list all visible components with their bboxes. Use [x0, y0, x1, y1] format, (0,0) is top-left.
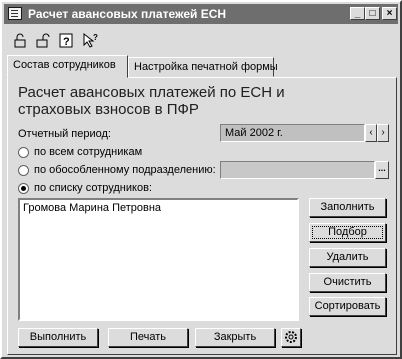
clear-button[interactable]: Очистить [309, 273, 386, 292]
settings-button[interactable] [281, 328, 301, 347]
dialog-window: Расчет авансовых платежей ЕСН _ □ × ? ? … [0, 0, 402, 359]
svg-text:?: ? [93, 33, 98, 42]
employee-list[interactable]: Громова Марина Петровна [18, 198, 299, 321]
select-button[interactable]: Подбор [309, 223, 386, 242]
period-prev-button[interactable]: ‹ [365, 124, 377, 142]
period-field[interactable]: Май 2002 г. [220, 124, 365, 142]
radio-staff-list[interactable] [18, 183, 29, 194]
form-icon [8, 7, 22, 20]
run-button[interactable]: Выполнить [18, 328, 98, 347]
radio-all-staff-label: по всем сотрудникам [34, 146, 143, 158]
radio-all-staff[interactable] [18, 147, 29, 158]
gear-icon [285, 331, 297, 343]
tab-staff[interactable]: Состав сотрудников [7, 55, 128, 78]
page-title: Расчет авансовых платежей по ЕСН и страх… [18, 84, 285, 118]
maximize-button[interactable]: □ [365, 7, 380, 20]
fill-button[interactable]: Заполнить [309, 198, 386, 217]
sort-button[interactable]: Сортировать [309, 297, 386, 316]
context-help-icon[interactable]: ? [82, 32, 100, 49]
list-item[interactable]: Громова Марина Петровна [23, 202, 294, 214]
print-button[interactable]: Печать [108, 328, 188, 347]
close-form-button[interactable]: Закрыть [195, 328, 275, 347]
tab-panel: Расчет авансовых платежей по ЕСН и страх… [7, 77, 397, 355]
period-label: Отчетный период: [18, 128, 111, 140]
unlock-icon[interactable] [34, 32, 52, 49]
division-browse-button[interactable]: ... [375, 161, 389, 179]
tab-print-settings[interactable]: Настройка печатной формы [128, 57, 278, 77]
delete-button[interactable]: Удалить [309, 248, 386, 267]
lock-icon[interactable] [12, 32, 30, 49]
minimize-button[interactable]: _ [350, 7, 365, 20]
radio-staff-list-label: по списку сотрудников: [34, 182, 152, 194]
title-bar[interactable]: Расчет авансовых платежей ЕСН _ □ × [4, 4, 398, 24]
radio-division-label: по обособленному подразделению: [34, 164, 216, 176]
radio-division[interactable] [18, 165, 29, 176]
help-icon[interactable]: ? [58, 32, 76, 49]
division-field[interactable] [220, 161, 375, 179]
window-title: Расчет авансовых платежей ЕСН [28, 7, 227, 21]
period-next-button[interactable]: › [377, 124, 389, 142]
close-button[interactable]: × [382, 7, 397, 20]
svg-text:?: ? [63, 36, 70, 48]
